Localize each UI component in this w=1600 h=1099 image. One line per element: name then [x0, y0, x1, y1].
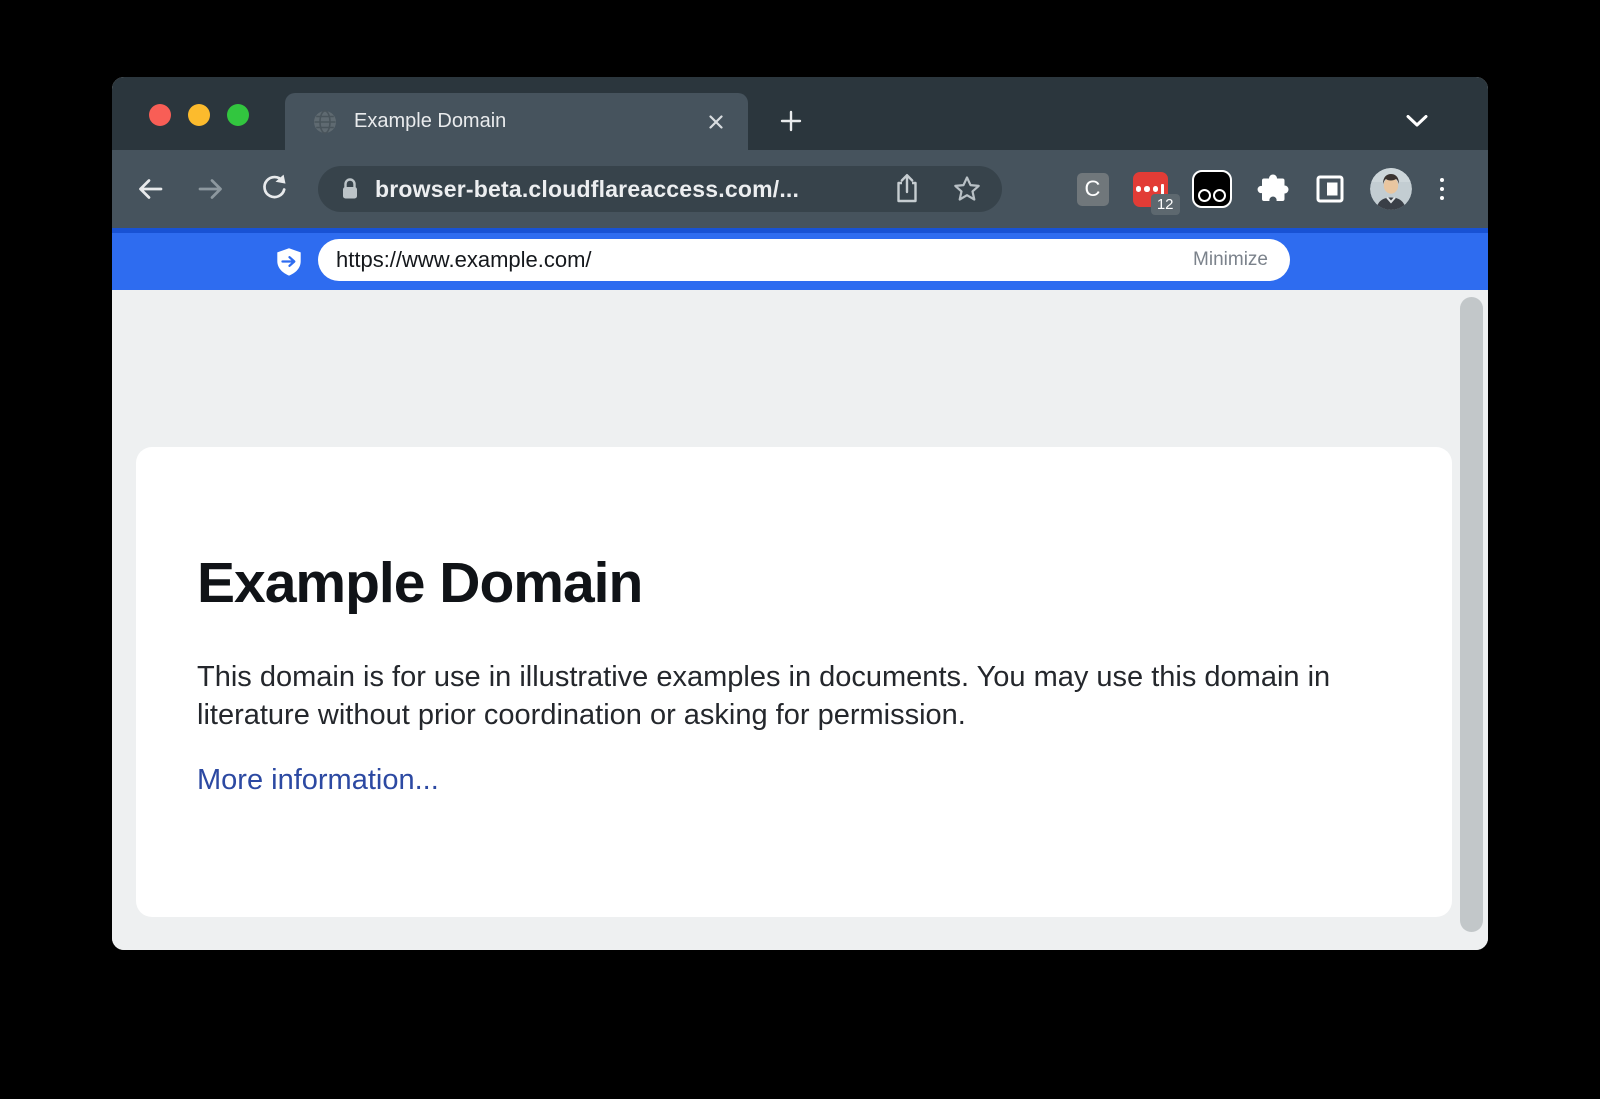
tab-close-icon[interactable]: [706, 112, 726, 132]
globe-favicon-icon: [313, 110, 337, 134]
traffic-lights: [149, 104, 249, 126]
share-icon[interactable]: [892, 172, 922, 206]
profile-avatar[interactable]: [1370, 168, 1412, 210]
more-information-link[interactable]: More information...: [197, 764, 439, 797]
browser-menu-icon[interactable]: [1436, 178, 1449, 201]
bookmark-star-icon[interactable]: [952, 174, 982, 204]
avatar-image: [1370, 168, 1412, 210]
vertical-scrollbar[interactable]: [1460, 297, 1483, 932]
browser-window: Example Domain browser-b: [112, 77, 1488, 950]
new-tab-button[interactable]: [779, 109, 803, 133]
address-bar[interactable]: browser-beta.cloudflareaccess.com/...: [318, 166, 1002, 212]
minimize-bar-button[interactable]: Minimize: [1193, 249, 1268, 271]
toolbar-right-icons: C 12: [1077, 150, 1449, 228]
lock-icon: [340, 176, 360, 202]
tab-title: Example Domain: [354, 110, 706, 133]
tab-example-domain[interactable]: Example Domain: [285, 93, 748, 150]
back-button[interactable]: [132, 171, 168, 207]
extension-goggles-icon[interactable]: [1192, 170, 1232, 208]
page-title: Example Domain: [197, 550, 1362, 616]
isolation-url-pill: Minimize: [318, 239, 1290, 281]
browser-toolbar: browser-beta.cloudflareaccess.com/... C …: [112, 150, 1488, 228]
page-body-text: This domain is for use in illustrative e…: [197, 658, 1347, 734]
extensions-puzzle-icon[interactable]: [1256, 172, 1290, 206]
forward-button[interactable]: [193, 171, 229, 207]
extension-c-label: C: [1085, 176, 1101, 202]
reload-button[interactable]: [256, 171, 292, 207]
page-viewport: Example Domain This domain is for use in…: [112, 290, 1488, 950]
minimize-window-button[interactable]: [188, 104, 210, 126]
fullscreen-window-button[interactable]: [227, 104, 249, 126]
chevron-down-icon[interactable]: [1406, 115, 1428, 127]
isolation-bar: Minimize: [112, 228, 1488, 290]
isolation-shield-icon: [276, 247, 302, 277]
address-bar-url: browser-beta.cloudflareaccess.com/...: [375, 176, 892, 203]
extension-c-icon[interactable]: C: [1077, 173, 1109, 206]
side-panel-icon[interactable]: [1314, 173, 1346, 205]
isolation-url-input[interactable]: [336, 247, 1193, 273]
extension-badge-count: 12: [1151, 194, 1180, 215]
example-domain-card: Example Domain This domain is for use in…: [136, 447, 1452, 917]
close-window-button[interactable]: [149, 104, 171, 126]
tab-strip: Example Domain: [112, 77, 1488, 150]
extension-red-dots-icon[interactable]: 12: [1133, 172, 1168, 207]
